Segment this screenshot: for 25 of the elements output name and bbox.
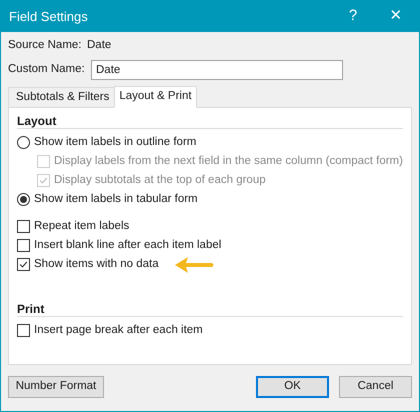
tab[interactable]: Layout & Print — [114, 86, 197, 108]
section-heading: Layout — [17, 113, 58, 128]
window-title: Field Settings — [9, 8, 89, 26]
checkbox[interactable] — [17, 324, 30, 337]
radio-button[interactable] — [17, 136, 30, 149]
source-name-value: Date — [87, 38, 112, 54]
dialog-button[interactable]: OK — [256, 376, 329, 398]
option-label: Display subtotals at the top of each group — [54, 172, 266, 188]
checkbox[interactable] — [17, 239, 30, 252]
radio-button[interactable] — [17, 193, 30, 206]
option-label: Show item labels in outline form — [34, 134, 196, 150]
custom-name-label: Custom Name: — [8, 62, 86, 78]
checkbox[interactable] — [17, 220, 30, 233]
option-label: Show items with no data — [34, 256, 159, 272]
option-label: Show item labels in tabular form — [34, 192, 198, 207]
section-heading: Print — [17, 301, 46, 316]
dialog-button[interactable]: Number Format — [8, 376, 104, 398]
dialog-button[interactable]: Cancel — [339, 376, 412, 398]
custom-name-field[interactable]: Date — [91, 60, 343, 80]
checkbox[interactable] — [17, 258, 30, 271]
option-label: Insert page break after each item — [34, 322, 203, 338]
option-label: Insert blank line after each item label — [34, 238, 222, 253]
source-name-label: Source Name: — [8, 38, 83, 54]
option-label: Repeat item labels — [34, 218, 130, 234]
option-label: Display labels from the next field in the same column (compact form) — [54, 154, 403, 169]
